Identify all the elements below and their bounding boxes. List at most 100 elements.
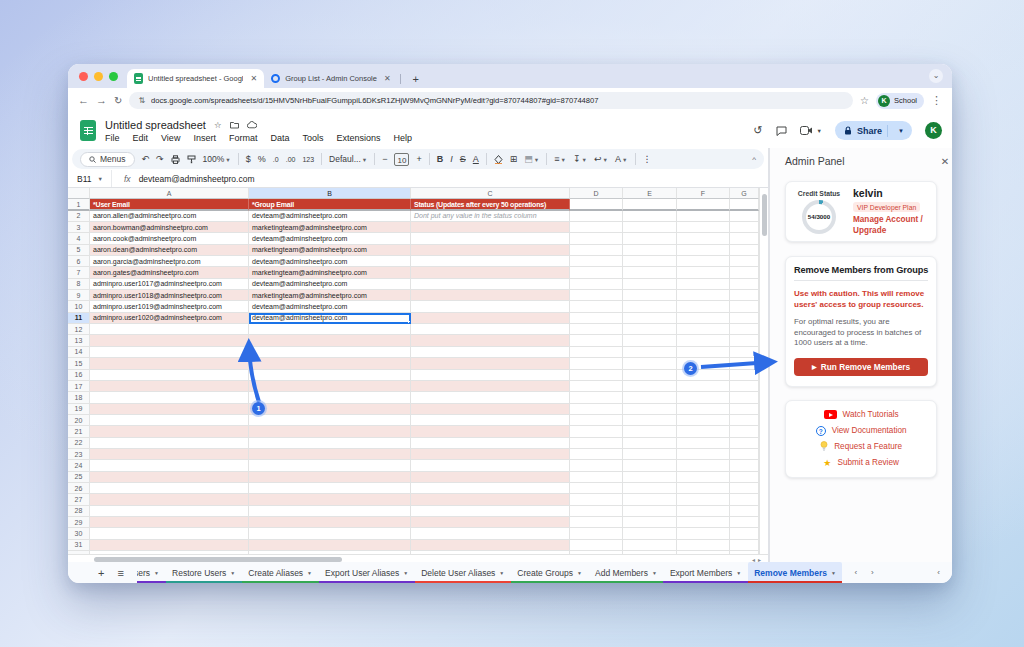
sheet-header-cell[interactable]: Status (Updates after every 50 operation… [411, 199, 570, 210]
column-header-B[interactable]: B [249, 188, 411, 199]
cell[interactable] [570, 324, 623, 335]
cell[interactable] [677, 211, 730, 222]
cell[interactable] [411, 426, 570, 437]
fill-handle[interactable] [408, 321, 412, 325]
cell[interactable] [677, 381, 730, 392]
cell[interactable] [90, 472, 249, 483]
close-window-button[interactable] [79, 72, 88, 81]
cell[interactable] [570, 460, 623, 471]
text-wrap-icon[interactable]: ↩▼ [594, 154, 608, 164]
row-header-25[interactable]: 25 [68, 472, 90, 483]
cell[interactable] [570, 415, 623, 426]
column-header-C[interactable]: C [411, 188, 570, 199]
cell[interactable] [730, 211, 759, 222]
all-sheets-icon[interactable]: ≡ [117, 567, 123, 579]
cell[interactable] [411, 392, 570, 403]
account-avatar[interactable]: K [925, 122, 942, 139]
row-header-20[interactable]: 20 [68, 415, 90, 426]
cell[interactable] [623, 313, 677, 324]
document-title[interactable]: Untitled spreadsheet [105, 119, 206, 131]
cell[interactable] [623, 494, 677, 505]
meet-camera-icon[interactable]: ▼ [800, 126, 822, 135]
column-header-D[interactable]: D [570, 188, 623, 199]
decrease-decimal-icon[interactable]: .0 [273, 156, 279, 163]
cell[interactable] [411, 483, 570, 494]
cell[interactable] [730, 199, 759, 210]
link-watch-tutorials[interactable]: Watch Tutorials [792, 410, 930, 420]
cell[interactable] [249, 335, 411, 346]
row-header-27[interactable]: 27 [68, 494, 90, 505]
cell[interactable] [623, 279, 677, 290]
row-header-28[interactable]: 28 [68, 506, 90, 517]
cell[interactable] [677, 392, 730, 403]
cell[interactable] [411, 438, 570, 449]
cell[interactable] [730, 256, 759, 267]
row-header-31[interactable]: 31 [68, 540, 90, 551]
paint-format-icon[interactable] [187, 155, 196, 164]
name-box[interactable]: B11▼ [68, 170, 112, 187]
cell[interactable] [730, 347, 759, 358]
cell[interactable] [570, 517, 623, 528]
cell[interactable] [249, 347, 411, 358]
menu-data[interactable]: Data [270, 133, 289, 143]
sheet-tab-menu-icon[interactable]: ▼ [154, 570, 159, 576]
cell[interactable] [623, 460, 677, 471]
cell[interactable] [90, 483, 249, 494]
cell[interactable] [90, 494, 249, 505]
menus-search-button[interactable]: Menus [80, 152, 135, 167]
cell[interactable] [730, 517, 759, 528]
cell[interactable] [730, 404, 759, 415]
cell[interactable] [677, 301, 730, 312]
cell[interactable] [677, 472, 730, 483]
more-toolbar-icon[interactable]: ⋮ [643, 154, 652, 164]
link-view-documentation[interactable]: ?View Documentation [792, 426, 930, 436]
collapse-toolbar-icon[interactable]: ^ [752, 155, 756, 164]
cell[interactable] [730, 222, 759, 233]
cell[interactable] [249, 415, 411, 426]
row-header-9[interactable]: 9 [68, 290, 90, 301]
site-settings-icon[interactable]: ⇅ [138, 96, 145, 105]
cell[interactable] [730, 279, 759, 290]
row-header-4[interactable]: 4 [68, 233, 90, 244]
sheet-tab-remove-members[interactable]: Remove Members▼ [748, 562, 843, 583]
font-select[interactable]: Defaul...▼ [329, 154, 367, 164]
cell[interactable] [677, 426, 730, 437]
cell[interactable] [249, 528, 411, 539]
cell[interactable] [570, 483, 623, 494]
cell[interactable] [411, 528, 570, 539]
row-header-8[interactable]: 8 [68, 279, 90, 290]
cell[interactable] [623, 472, 677, 483]
cell[interactable] [730, 313, 759, 324]
more-formats-icon[interactable]: 123 [302, 156, 314, 163]
cell[interactable] [90, 324, 249, 335]
cell[interactable] [570, 392, 623, 403]
bold-icon[interactable]: B [437, 154, 444, 164]
cell[interactable]: aaron.cook@adminsheetpro.com [90, 233, 249, 244]
cell[interactable] [677, 313, 730, 324]
row-header-15[interactable]: 15 [68, 358, 90, 369]
vertical-scrollbar[interactable] [759, 188, 768, 554]
manage-account-link[interactable]: Manage Account / Upgrade [853, 215, 927, 236]
menu-help[interactable]: Help [393, 133, 412, 143]
cell[interactable] [730, 290, 759, 301]
cell[interactable] [730, 370, 759, 381]
back-icon[interactable]: ← [78, 95, 89, 106]
link-request-a-feature[interactable]: Request a Feature [792, 442, 930, 452]
tab-search-chevron-icon[interactable]: ⌄ [929, 69, 943, 83]
row-header-26[interactable]: 26 [68, 483, 90, 494]
cell[interactable] [90, 415, 249, 426]
italic-icon[interactable]: I [450, 154, 453, 164]
cell[interactable] [411, 256, 570, 267]
cell[interactable] [570, 438, 623, 449]
borders-icon[interactable]: ⊞ [510, 154, 518, 164]
cell[interactable] [249, 483, 411, 494]
row-header-18[interactable]: 18 [68, 392, 90, 403]
cell[interactable]: marketingteam@adminsheetpro.com [249, 267, 411, 278]
cell[interactable] [677, 335, 730, 346]
sheet-tab-add-members[interactable]: Add Members▼ [589, 562, 664, 583]
cell[interactable] [570, 449, 623, 460]
cell[interactable] [570, 528, 623, 539]
horizontal-scroll-thumb[interactable] [94, 557, 342, 562]
row-header-7[interactable]: 7 [68, 267, 90, 278]
cell[interactable] [623, 256, 677, 267]
